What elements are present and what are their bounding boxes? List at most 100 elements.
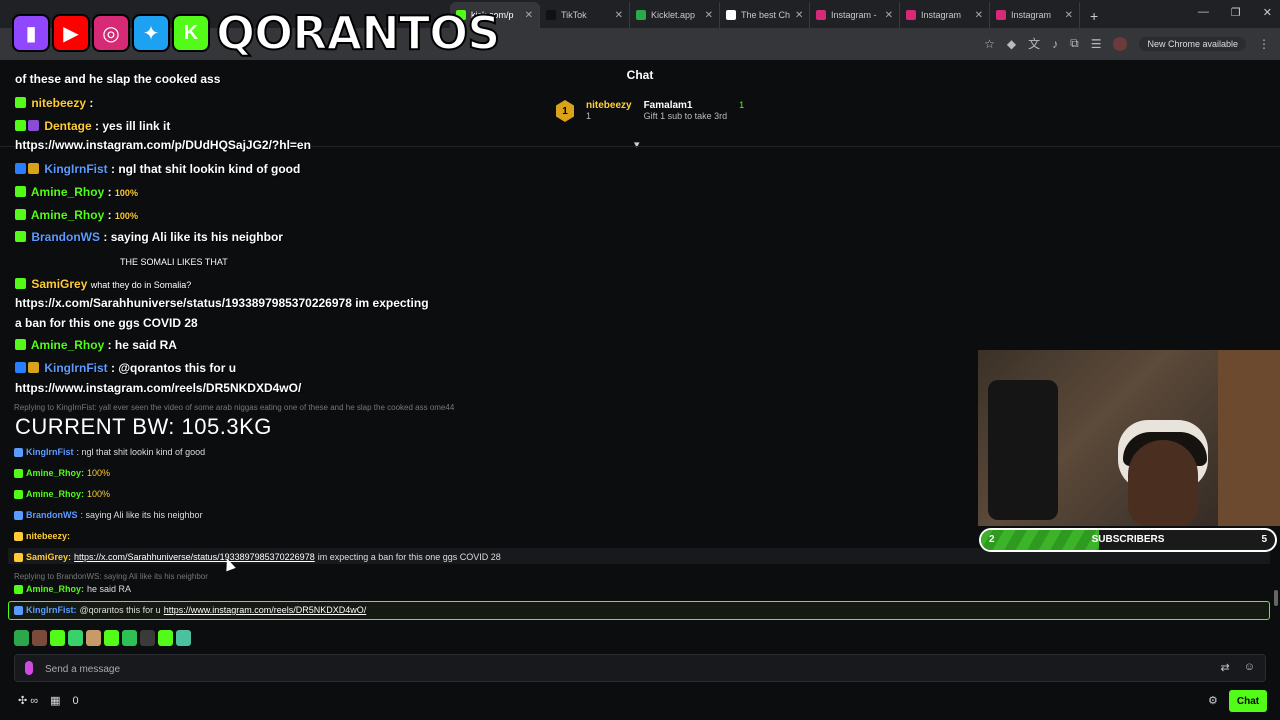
chat-username[interactable]: nitebeezy: — [26, 531, 70, 541]
browser-tab[interactable]: Instagram - ✕ — [810, 2, 900, 28]
emote-icon[interactable] — [158, 630, 173, 646]
gift-prompt[interactable]: Gift 1 sub to take 3rd — [644, 111, 728, 121]
favicon-icon — [546, 10, 556, 20]
translate-icon[interactable]: 文 — [1028, 35, 1040, 52]
overlay-user: KingIrnFist — [44, 162, 108, 176]
chat-message: SamiGrey: https://x.com/Sarahhuniverse/st… — [14, 552, 501, 562]
chat-link[interactable]: https://www.instagram.com/reels/DR5NKDXD… — [164, 605, 367, 615]
browser-tab[interactable]: Instagram ✕ — [900, 2, 990, 28]
user-badge-icon — [14, 489, 23, 499]
emote-icon[interactable] — [176, 630, 191, 646]
leader-count: 1 — [586, 111, 592, 121]
chat-title: Chat — [626, 68, 654, 82]
media-icon[interactable]: ♪ — [1052, 37, 1058, 51]
overlay-link: https://www.instagram.com/p/DUdHQSajJG2/… — [15, 138, 311, 152]
user-badge-icon — [14, 605, 23, 615]
brand-name: QORANTOS — [215, 6, 501, 60]
tab-label: Instagram - — [831, 10, 877, 20]
profile-avatar[interactable] — [1113, 36, 1128, 51]
send-message-input[interactable] — [45, 660, 1195, 678]
chat-username[interactable]: KingIrnFist: — [26, 605, 77, 615]
close-window-icon[interactable]: ✕ — [1263, 6, 1272, 19]
microphone-icon[interactable] — [25, 661, 33, 675]
overlay-link: https://x.com/Sarahhuniverse/status/1933… — [15, 296, 429, 310]
emote-icon[interactable] — [50, 630, 65, 646]
menu-kebab-icon[interactable]: ⋮ — [1258, 37, 1270, 51]
overlay-text: : yes ill link it — [95, 119, 171, 133]
chat-username[interactable]: SamiGrey: — [26, 552, 71, 562]
sub-goal-label: SUBSCRIBERS — [1091, 534, 1165, 545]
browser-tab[interactable]: Instagram ✕ — [990, 2, 1080, 28]
overlay-user: Amine_Rhoy — [30, 185, 105, 199]
close-tab-icon[interactable]: ✕ — [885, 10, 893, 21]
kick-icon: K — [172, 14, 210, 52]
gift-icon[interactable]: ▦ — [50, 694, 60, 707]
emote-bar — [14, 630, 191, 646]
overlay-line: SamiGrey what they do in Somalia? — [15, 277, 191, 291]
chat-username[interactable]: Amine_Rhoy: — [26, 468, 84, 478]
browser-tab[interactable]: TikTok ✕ — [540, 2, 630, 28]
vip-badge-icon — [15, 362, 26, 373]
collapse-chevron-icon[interactable]: ▾ — [634, 138, 640, 151]
tab-label: TikTok — [561, 10, 587, 20]
message-composer: ⇄ ☺ — [14, 654, 1266, 682]
socials-banner: ▮ ▶ ◎ ✦ K QORANTOS — [12, 6, 501, 60]
minimize-icon[interactable]: — — [1198, 6, 1209, 19]
overlay-text: : @qorantos this for u — [111, 361, 237, 375]
chat-username[interactable]: Amine_Rhoy: — [26, 584, 84, 594]
close-tab-icon[interactable]: ✕ — [975, 10, 983, 21]
emote-icon[interactable] — [68, 630, 83, 646]
extensions-puzzle-icon[interactable]: ⧉ — [1070, 36, 1079, 51]
infinity-icon[interactable]: ✣ ∞ — [18, 694, 38, 707]
chat-link[interactable]: https://x.com/Sarahhuniverse/status/1933… — [74, 552, 315, 562]
new-chrome-available-button[interactable]: New Chrome available — [1139, 36, 1246, 51]
chat-username[interactable]: Amine_Rhoy: — [26, 489, 84, 499]
send-chat-button[interactable]: Chat — [1229, 690, 1267, 712]
leader-name[interactable]: nitebeezy — [586, 100, 632, 111]
chat-scrollbar[interactable] — [1274, 590, 1278, 606]
new-tab-button[interactable]: + — [1080, 8, 1108, 28]
close-tab-icon[interactable]: ✕ — [795, 10, 803, 21]
chat-username[interactable]: KingIrnFist — [26, 447, 74, 457]
chat-message: BrandonWS: saying Ali like its his neigh… — [14, 510, 203, 520]
overlay-text: of these and he slap the cooked ass — [15, 72, 221, 86]
translate-icon[interactable]: ⇄ — [1221, 661, 1230, 674]
chat-text: @qorantos this for u — [79, 605, 161, 615]
kick-badge-icon — [15, 339, 26, 350]
kick-badge-icon — [15, 278, 26, 289]
extension-icon[interactable]: ◆ — [1007, 37, 1016, 51]
close-tab-icon[interactable]: ✕ — [525, 10, 533, 21]
close-tab-icon[interactable]: ✕ — [1065, 10, 1073, 21]
overlay-text: : ngl that shit lookin kind of good — [111, 162, 301, 176]
emote-icon[interactable] — [32, 630, 47, 646]
close-tab-icon[interactable]: ✕ — [615, 10, 623, 21]
emote-icon[interactable] — [86, 630, 101, 646]
browser-tab[interactable]: Kicklet.app ✕ — [630, 2, 720, 28]
crown-badge-icon — [28, 362, 39, 373]
emoji-icon[interactable]: ☺ — [1244, 661, 1255, 674]
second-name[interactable]: Famalam1 — [644, 100, 728, 111]
reply-context[interactable]: Replying to BrandonWS: saying Ali like i… — [14, 572, 208, 581]
chat-username[interactable]: BrandonWS — [26, 510, 78, 520]
emote-icon[interactable] — [140, 630, 155, 646]
chat-text: : saying Ali like its his neighbor — [80, 510, 203, 520]
reply-context[interactable]: Replying to KingIrnFist: yall ever seen … — [14, 403, 454, 412]
sub-goal-target: 5 — [1261, 534, 1267, 545]
settings-gear-icon[interactable]: ⚙ — [1208, 694, 1218, 707]
kick-badge-icon — [15, 186, 26, 197]
user-badge-icon — [14, 447, 23, 457]
emote-icon[interactable] — [122, 630, 137, 646]
favicon-icon — [636, 10, 646, 20]
emote-icon[interactable] — [14, 630, 29, 646]
close-tab-icon[interactable]: ✕ — [705, 10, 713, 21]
reading-list-icon[interactable]: ☰ — [1091, 37, 1102, 51]
bookmark-star-icon[interactable]: ☆ — [984, 37, 995, 51]
instagram-icon: ◎ — [92, 14, 130, 52]
user-badge-icon — [14, 584, 23, 594]
overlay-line: Amine_Rhoy : 100% — [15, 185, 138, 199]
tab-label: Kicklet.app — [651, 10, 696, 20]
favicon-icon — [726, 10, 736, 20]
restore-icon[interactable]: ❐ — [1231, 6, 1241, 19]
browser-tab[interactable]: The best Ch ✕ — [720, 2, 810, 28]
emote-icon[interactable] — [104, 630, 119, 646]
